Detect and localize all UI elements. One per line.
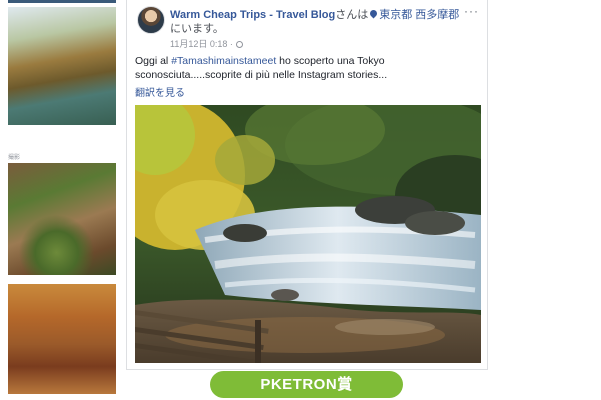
more-options-icon[interactable]: ··· (464, 4, 479, 18)
award-badge: PKETRON賞 (210, 371, 403, 398)
post-timestamp[interactable]: 11月12日 0:18 · (170, 37, 243, 50)
post-photo[interactable] (135, 105, 481, 363)
photo-sidebar: 撮影 (0, 0, 124, 400)
moss-leaves-thumbnail[interactable] (8, 163, 116, 275)
sidebar-section-label: 撮影 (8, 155, 21, 161)
post-card: Warm Cheap Trips - Travel Blogさんは 東京都 西多摩… (126, 0, 488, 370)
autumn-river-thumbnail[interactable] (8, 7, 116, 125)
post-header: Warm Cheap Trips - Travel Blogさんは 東京都 西多摩… (170, 8, 460, 36)
cropped-thumbnail[interactable] (8, 0, 116, 3)
post-text: Oggi al #Tamashimainstameet ho scoperto … (135, 54, 480, 82)
globe-icon (235, 41, 243, 48)
location-link[interactable]: 東京都 西多摩郡 (379, 9, 459, 21)
avatar[interactable] (137, 6, 165, 34)
header-connector: さんは (335, 9, 369, 21)
location-pin-icon (368, 8, 379, 19)
timestamp-text: 11月12日 0:18 · (170, 39, 233, 49)
post-text-start: Oggi al (135, 55, 172, 67)
author-link[interactable]: Warm Cheap Trips - Travel Blog (170, 9, 335, 21)
see-translation-link[interactable]: 翻訳を見る (135, 84, 185, 99)
header-suffix: にいます。 (170, 23, 224, 35)
hashtag-link[interactable]: #Tamashimainstameet (171, 55, 276, 67)
river-photo-graphic (135, 105, 481, 363)
autumn-forest-thumbnail[interactable] (8, 284, 116, 394)
